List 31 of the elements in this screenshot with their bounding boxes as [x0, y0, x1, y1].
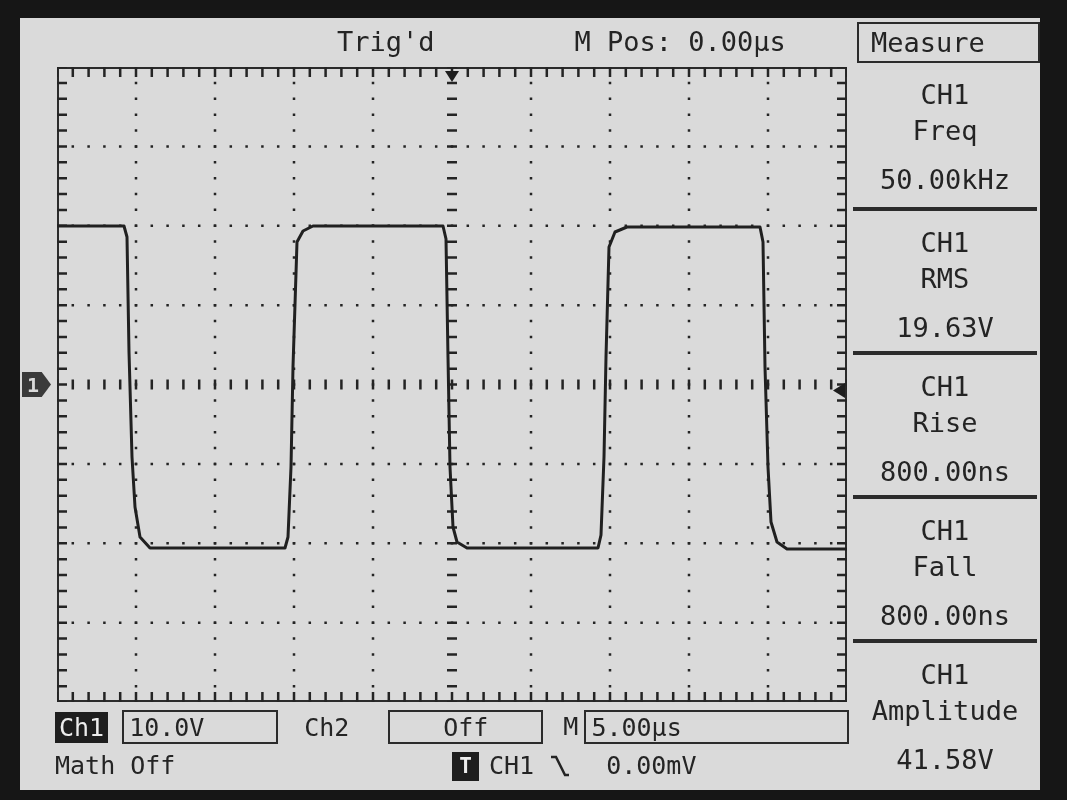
measurement-name: Freq [912, 114, 978, 148]
trigger-level: 0.00mV [606, 750, 697, 782]
measurement-value: 800.00ns [879, 455, 1010, 489]
measurement-name: Rise [912, 406, 978, 440]
channel-label: Ch1 [55, 711, 109, 743]
measurement-source: CH1 [920, 78, 970, 112]
timebase-label: M [563, 711, 579, 743]
math-status: Math Off [55, 750, 177, 782]
measurement-source: CH1 [920, 658, 970, 692]
trigger-position-marker-icon [445, 71, 459, 82]
trigger-source: CH1 [489, 750, 535, 782]
horizontal-position: M Pos: 0.00µs [574, 25, 786, 58]
measurement-value: 50.00kHz [879, 163, 1010, 197]
measurement-source: CH1 [920, 514, 970, 548]
measurement-name: RMS [920, 262, 970, 296]
channel-label: Ch2 [303, 711, 351, 743]
trigger-level-marker-icon [833, 383, 845, 398]
channel-scale-field: 10.0V [122, 710, 279, 744]
menu-title: Measure [857, 22, 1040, 63]
measurement-source: CH1 [920, 226, 970, 260]
measurement-name: Fall [912, 550, 978, 584]
measurement-source: CH1 [920, 370, 970, 404]
timebase-scale-field: 5.00µs [584, 710, 850, 744]
channel-scale-field: Off [388, 710, 544, 744]
measurement-value: 41.58V [896, 743, 994, 777]
measurement-name: Amplitude [871, 694, 1019, 728]
measurement-value: 800.00ns [879, 599, 1010, 633]
measurement-value: 19.63V [896, 311, 994, 345]
trigger-status: Trig'd [337, 25, 435, 58]
channel-marker: 1 [22, 372, 51, 397]
trigger-indicator: T [452, 751, 479, 781]
